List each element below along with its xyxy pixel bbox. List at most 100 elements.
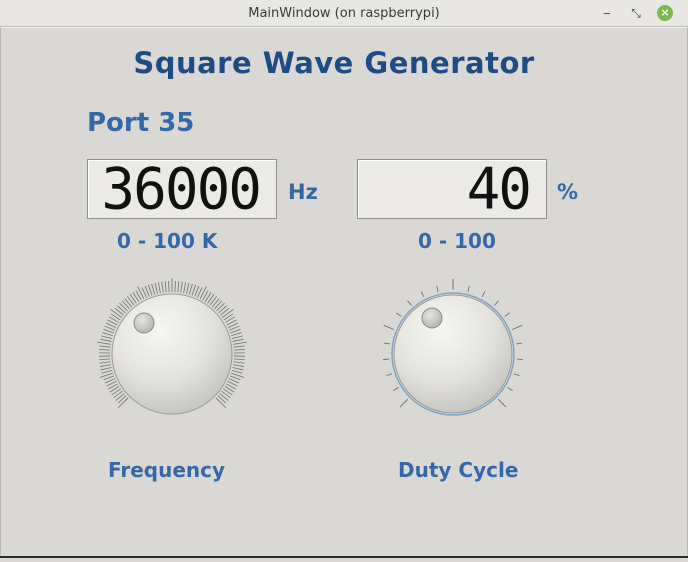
dial-tick [113, 390, 123, 399]
dial-tick [99, 349, 111, 351]
dial-tick [199, 286, 207, 299]
dial-tick [147, 284, 153, 296]
frequency-dial[interactable] [92, 275, 252, 435]
dial-tick [504, 312, 510, 317]
dial-tick [101, 369, 113, 374]
duty-cycle-unit: % [557, 180, 579, 204]
dial-tick [516, 342, 523, 345]
dial-tick [117, 395, 127, 404]
dial-tick [174, 281, 176, 293]
frequency-knob[interactable] [111, 293, 233, 415]
duty-cycle-knob-indicator [421, 307, 443, 329]
dial-tick [100, 338, 112, 342]
dial-tick [221, 390, 231, 399]
dial-tick [183, 282, 187, 294]
duty-cycle-lcd-display: 40 [357, 159, 547, 219]
dial-tick [126, 296, 135, 306]
dial-tick [96, 341, 111, 345]
frequency-unit: Hz [288, 180, 318, 204]
dial-tick [186, 282, 190, 294]
dial-tick [216, 302, 225, 312]
maximize-button[interactable]: ⤡ [627, 4, 645, 22]
dial-tick [154, 282, 158, 294]
dial-tick [215, 397, 227, 409]
dial-tick [214, 300, 223, 310]
dial-tick [209, 296, 218, 306]
frequency-display-value: 36000 [101, 156, 262, 223]
dial-tick [211, 298, 220, 308]
dial-tick [233, 349, 245, 351]
dial-tick [117, 397, 129, 409]
frequency-range-label: 0 - 100 K [117, 229, 218, 253]
dial-tick [232, 338, 244, 342]
dial-tick [383, 342, 390, 345]
dial-tick [233, 358, 245, 361]
minimize-button[interactable]: ‒ [598, 4, 616, 22]
dial-tick [233, 341, 248, 345]
dial-tick [157, 282, 161, 294]
dial-tick [124, 298, 133, 308]
dial-tick [114, 308, 124, 316]
dial-tick [119, 302, 128, 312]
dial-tick [233, 361, 245, 364]
dial-tick [121, 300, 130, 310]
dial-tick [191, 284, 197, 296]
dial-tick [231, 335, 243, 339]
dial-tick [221, 309, 234, 318]
port-label: Port 35 [87, 108, 195, 138]
dial-tick [386, 373, 393, 377]
dial-tick [194, 285, 200, 297]
dial-tick [232, 367, 244, 371]
dial-tick [507, 387, 513, 391]
dial-tick [513, 373, 520, 377]
duty-cycle-range-label: 0 - 100 [418, 229, 496, 253]
dial-tick [383, 324, 395, 330]
dial-tick [497, 398, 507, 408]
dial-tick [151, 283, 156, 295]
frequency-dial-label: Frequency [108, 458, 226, 482]
duty-cycle-knob[interactable] [393, 294, 513, 414]
dial-tick [144, 285, 150, 297]
dial-tick [168, 281, 170, 293]
dial-tick [229, 375, 241, 381]
frequency-lcd-display: 36000 [87, 159, 277, 219]
dial-tick [164, 281, 167, 293]
dial-tick [396, 312, 402, 317]
dial-tick [231, 332, 242, 337]
dial-tick [102, 332, 113, 337]
dial-tick [393, 387, 399, 391]
dial-tick [116, 305, 126, 314]
dial-tick [399, 398, 409, 408]
dial-tick [481, 291, 486, 298]
dial-tick [137, 286, 145, 299]
dial-tick [110, 309, 123, 318]
dial-tick [231, 369, 243, 374]
dial-tick [103, 375, 115, 381]
dial-tick [115, 393, 125, 401]
dial-tick [220, 308, 230, 316]
dial-tick [177, 281, 180, 293]
duty-cycle-dial[interactable] [373, 275, 533, 435]
dial-tick [219, 393, 229, 401]
close-button[interactable]: × [657, 5, 673, 21]
dial-tick [103, 328, 114, 334]
dial-tick [180, 281, 183, 293]
window-title: MainWindow (on raspberrypi) [248, 6, 440, 21]
dial-tick [230, 328, 241, 334]
dial-tick [436, 285, 439, 292]
dial-tick [217, 395, 227, 404]
bottom-border [0, 556, 688, 558]
app-heading: Square Wave Generator [133, 46, 535, 80]
dial-tick [218, 305, 228, 314]
dial-tick [511, 324, 523, 330]
dial-tick [420, 291, 425, 298]
dial-tick [467, 285, 470, 292]
dial-tick [188, 283, 193, 295]
duty-cycle-display-value: 40 [466, 156, 532, 223]
dial-tick [494, 300, 499, 306]
dial-tick [99, 361, 111, 364]
dial-tick [99, 358, 111, 361]
dial-tick [99, 345, 111, 348]
title-bar: MainWindow (on raspberrypi) ‒ ⤡ × [0, 0, 688, 27]
duty-cycle-dial-label: Duty Cycle [398, 458, 519, 482]
